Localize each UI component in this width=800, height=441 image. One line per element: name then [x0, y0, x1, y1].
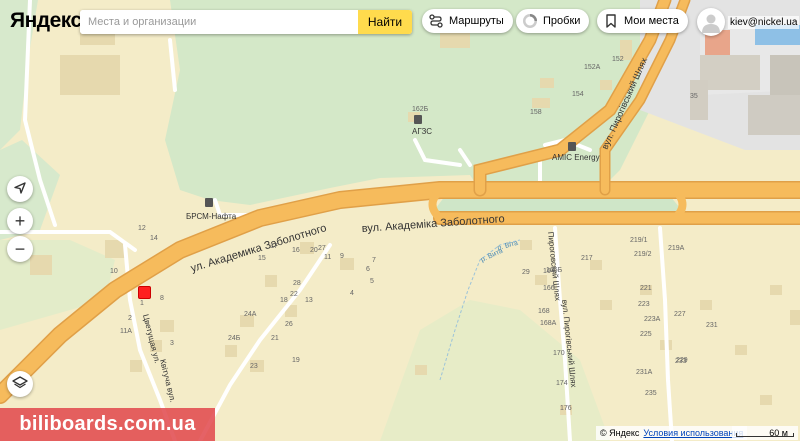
user-email: kiev@nickel.ua — [728, 15, 800, 29]
house-number: 28 — [293, 280, 301, 287]
house-number: 221 — [640, 285, 652, 292]
house-number: 152 — [612, 56, 624, 63]
locate-button[interactable] — [7, 176, 33, 202]
house-number: 162Б — [412, 106, 429, 113]
house-number: 20 — [310, 247, 318, 254]
house-number: 223А — [644, 316, 661, 323]
minus-icon: − — [14, 238, 26, 259]
search-bar: Найти — [80, 10, 412, 34]
zoom-in-button[interactable]: + — [7, 208, 33, 234]
watermark-banner: biliboards.com.ua — [0, 408, 215, 441]
traffic-icon — [522, 13, 538, 29]
house-number: 170 — [553, 350, 565, 357]
house-number: 15 — [258, 255, 266, 262]
house-number: 10 — [110, 268, 118, 275]
house-number: 1 — [140, 300, 144, 307]
house-number: 174 — [556, 380, 568, 387]
layers-icon — [12, 374, 28, 395]
watermark-text: biliboards.com.ua — [19, 413, 196, 435]
scale-bar: 60 м — [732, 426, 798, 440]
poi-amic-label: AMIC Energy — [552, 153, 600, 162]
plus-icon: + — [14, 210, 26, 231]
house-number: 24А — [244, 311, 257, 318]
routes-button[interactable]: Маршруты — [422, 9, 513, 33]
logo-text: Яндекс — [10, 9, 82, 32]
house-number: 217 — [581, 255, 593, 262]
house-number: 2 — [128, 315, 132, 322]
route-icon — [428, 13, 444, 29]
house-number: 8 — [160, 295, 164, 302]
house-number: 5 — [370, 278, 374, 285]
layers-button[interactable] — [7, 371, 33, 397]
house-number: 231 — [706, 322, 718, 329]
house-number: 35 — [690, 93, 698, 100]
house-number: 219/1 — [630, 237, 648, 244]
house-number: 235 — [645, 390, 657, 397]
house-number: 168 — [538, 308, 550, 315]
traffic-button[interactable]: Пробки — [516, 9, 590, 33]
house-number: 4 — [350, 290, 354, 297]
house-number: 7 — [372, 257, 376, 264]
house-number: 168А — [540, 320, 557, 327]
house-number: 176 — [560, 405, 572, 412]
house-number: 3 — [170, 340, 174, 347]
house-number: 227 — [674, 311, 686, 318]
user-menu[interactable]: kiev@nickel.ua — [697, 7, 800, 37]
house-number: 154 — [572, 91, 584, 98]
locate-icon — [13, 179, 27, 200]
search-input[interactable] — [80, 10, 358, 34]
house-number: 21 — [271, 335, 279, 342]
traffic-label: Пробки — [543, 15, 581, 27]
house-number: 6 — [366, 266, 370, 273]
house-number: 27 — [318, 245, 326, 252]
map-canvas[interactable]: ул. Академика Заболотного вул. Академіка… — [0, 0, 800, 441]
house-number: 17 — [270, 243, 278, 250]
copyright-bar: © Яндекс Условия использования — [596, 426, 748, 440]
yandex-logo[interactable]: Яндекс — [10, 9, 82, 33]
my-places-button[interactable]: Мои места — [597, 9, 688, 33]
scale-line — [736, 433, 794, 437]
poi-brsm-label: БРСМ-Нафта — [186, 212, 237, 221]
house-number: 233 — [675, 358, 687, 365]
house-number: 231А — [636, 369, 653, 376]
house-number: 19 — [292, 357, 300, 364]
routes-label: Маршруты — [449, 15, 504, 27]
poi-agzs-label: АГЗС — [412, 127, 432, 136]
house-number: 24Б — [228, 335, 241, 342]
house-number: 18 — [280, 297, 288, 304]
house-number: 164 — [543, 268, 555, 275]
house-number: 166 — [543, 285, 555, 292]
house-number: 12 — [138, 225, 146, 232]
house-number: 16 — [292, 247, 300, 254]
house-number: 219А — [668, 245, 685, 252]
terms-link[interactable]: Условия использования — [643, 428, 743, 438]
house-number: 152А — [584, 64, 601, 71]
my-places-label: Мои места — [624, 15, 679, 27]
search-button[interactable]: Найти — [358, 10, 412, 34]
house-number: 225 — [640, 331, 652, 338]
house-number: 158 — [530, 109, 542, 116]
bookmark-icon — [603, 13, 619, 29]
house-number: 29 — [522, 269, 530, 276]
house-number: 14 — [150, 235, 158, 242]
house-number: 219/2 — [634, 251, 652, 258]
house-number: 13 — [305, 297, 313, 304]
house-number: 9 — [340, 253, 344, 260]
copyright-text: © Яндекс — [600, 428, 640, 438]
avatar[interactable] — [697, 8, 725, 36]
house-number: 11А — [120, 328, 132, 335]
house-number: 223 — [638, 301, 650, 308]
house-number: 22 — [290, 291, 298, 298]
house-number: 11 — [324, 254, 331, 261]
zoom-out-button[interactable]: − — [7, 236, 33, 262]
location-pin[interactable] — [138, 286, 151, 299]
house-number: 23 — [250, 363, 258, 370]
house-number: 26 — [285, 321, 293, 328]
